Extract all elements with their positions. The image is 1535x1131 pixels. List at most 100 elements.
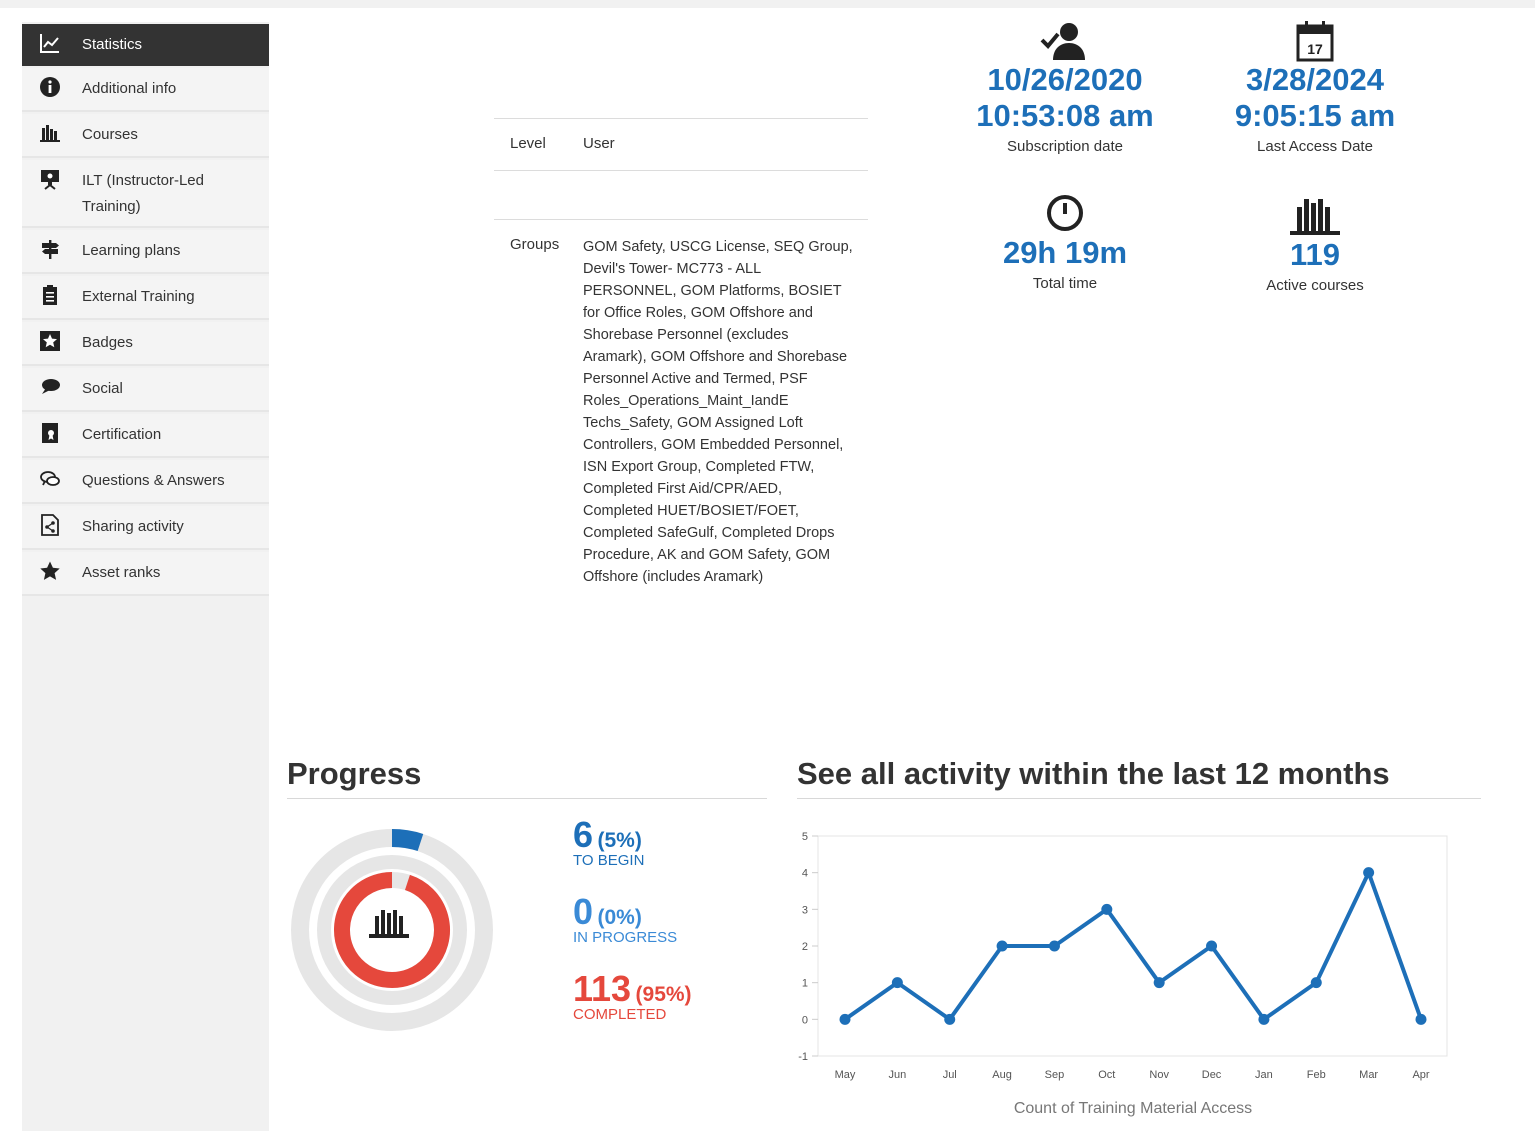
table-divider (494, 170, 868, 171)
to-begin-count: 6 (573, 814, 594, 855)
sidebar-item-label: Badges (82, 334, 133, 351)
sidebar-item-label: Learning plans (82, 242, 181, 259)
sidebar-item-statistics[interactable]: Statistics (22, 24, 269, 66)
progress-donut (291, 829, 493, 1031)
x-tick-label: Aug (992, 1069, 1012, 1081)
active-courses-caption: Active courses (1266, 277, 1364, 294)
presentation-icon (36, 168, 64, 190)
sidebar-item-certification[interactable]: Certification (22, 414, 269, 458)
top-border (0, 0, 1535, 8)
data-point[interactable] (1363, 867, 1375, 879)
sidebar-item-label: Certification (82, 426, 162, 443)
activity-title: See all activity within the last 12 mont… (797, 756, 1390, 791)
progress-completed-arc (334, 872, 450, 988)
x-tick-label: Mar (1359, 1069, 1378, 1081)
data-point[interactable] (996, 940, 1008, 952)
star-icon (36, 560, 64, 582)
y-tick-label: 4 (802, 868, 808, 880)
subscription-time: 10:53:08 am (976, 98, 1154, 133)
x-tick-label: Apr (1412, 1069, 1429, 1081)
activity-divider (797, 798, 1481, 799)
sidebar-item-asset-ranks[interactable]: Asset ranks (22, 552, 269, 596)
sidebar-item-label: Social (82, 380, 123, 397)
y-tick-label: 1 (802, 978, 808, 990)
table-divider (494, 118, 868, 119)
data-point[interactable] (1048, 940, 1060, 952)
data-point[interactable] (1310, 977, 1322, 989)
table-divider (494, 219, 868, 220)
x-tick-label: Jun (888, 1069, 906, 1081)
sidebar-item-label: Asset ranks (82, 564, 161, 581)
progress-title: Progress (287, 756, 422, 791)
subscription-date-stat: 10/26/2020 10:53:08 am Subscription date (955, 20, 1175, 155)
books-icon (1290, 199, 1340, 235)
sidebar-item-questions-answers[interactable]: Questions & Answers (22, 460, 269, 504)
groups-value: GOM Safety, USCG License, SEQ Group, Dev… (583, 239, 853, 585)
sidebar-item-badges[interactable]: Badges (22, 322, 269, 366)
level-label: Level (510, 135, 546, 152)
sidebar-item-label: Additional info (82, 80, 177, 97)
last-access-date: 3/28/2024 (1246, 62, 1384, 97)
certificate-icon (36, 422, 64, 444)
sidebar-item-ilt[interactable]: ILT (Instructor-Led Training) (22, 160, 269, 228)
sidebar-item-additional-info[interactable]: Additional info (22, 68, 269, 112)
sidebar: Statistics Additional info Courses ILT (… (22, 22, 269, 1131)
activity-chart: 5 4 3 2 1 0 -1 May Jun Jul Aug Sep Oct Nov Dec Jan Feb M… (798, 831, 1448, 1117)
completed-count: 113 (573, 968, 632, 1009)
sidebar-item-label: ILT (Instructor-Led Training) (82, 172, 204, 215)
badge-star-icon (36, 330, 64, 352)
x-tick-label: May (835, 1069, 856, 1081)
sidebar-item-label: Courses (82, 126, 138, 143)
signpost-icon (36, 238, 64, 260)
clock-icon (1047, 195, 1083, 231)
in-progress-count: 0 (573, 891, 594, 932)
sidebar-item-external-training[interactable]: External Training (22, 276, 269, 320)
level-value: User (583, 135, 615, 152)
user-check-icon (1040, 23, 1085, 60)
share-document-icon (36, 514, 64, 536)
completed-stat: 113 (95%) COMPLETED (573, 968, 692, 1024)
sidebar-item-sharing-activity[interactable]: Sharing activity (22, 506, 269, 550)
last-access-stat: 17 3/28/2024 9:05:15 am Last Access Date (1205, 20, 1425, 155)
sidebar-item-label: Questions & Answers (82, 472, 225, 489)
x-tick-label: Feb (1307, 1069, 1326, 1081)
y-tick-label: 3 (802, 904, 808, 916)
data-point[interactable] (1153, 977, 1165, 989)
sidebar-item-learning-plans[interactable]: Learning plans (22, 230, 269, 274)
chart-line-icon (36, 32, 64, 54)
data-point[interactable] (1415, 1013, 1427, 1025)
data-point[interactable] (891, 977, 903, 989)
progress-to-begin-arc (391, 829, 424, 852)
clipboard-icon (36, 284, 64, 306)
in-progress-pct: (0%) (597, 906, 642, 929)
total-time-stat: 29h 19m Total time (955, 193, 1175, 292)
groups-label: Groups (510, 236, 560, 253)
data-point[interactable] (839, 1013, 851, 1025)
x-tick-label: Sep (1045, 1069, 1065, 1081)
data-point[interactable] (944, 1013, 956, 1025)
sidebar-item-courses[interactable]: Courses (22, 114, 269, 158)
x-tick-label: Jan (1255, 1069, 1273, 1081)
subscription-caption: Subscription date (1007, 138, 1123, 155)
info-icon (36, 76, 64, 98)
sidebar-item-social[interactable]: Social (22, 368, 269, 412)
y-tick-label: 5 (802, 831, 808, 843)
in-progress-label: IN PROGRESS (573, 929, 678, 946)
y-tick-label: 2 (802, 941, 808, 953)
chat-bubble-icon (36, 376, 64, 398)
data-point[interactable] (1101, 903, 1113, 915)
active-courses: 119 (1289, 237, 1340, 272)
to-begin-pct: (5%) (597, 829, 642, 852)
subscription-date: 10/26/2020 (987, 62, 1143, 97)
active-courses-stat: 119 Active courses (1205, 195, 1425, 294)
sidebar-item-label: External Training (82, 288, 195, 305)
series-line (843, 870, 1423, 1022)
last-access-caption: Last Access Date (1257, 138, 1373, 155)
sidebar-item-label: Sharing activity (82, 518, 184, 535)
x-tick-label: Nov (1149, 1069, 1169, 1081)
data-point[interactable] (1258, 1013, 1270, 1025)
x-axis-label: Count of Training Material Access (1014, 1100, 1252, 1117)
data-point[interactable] (1206, 940, 1218, 952)
calendar-icon: 17 (1296, 21, 1334, 62)
to-begin-label: TO BEGIN (573, 852, 645, 869)
